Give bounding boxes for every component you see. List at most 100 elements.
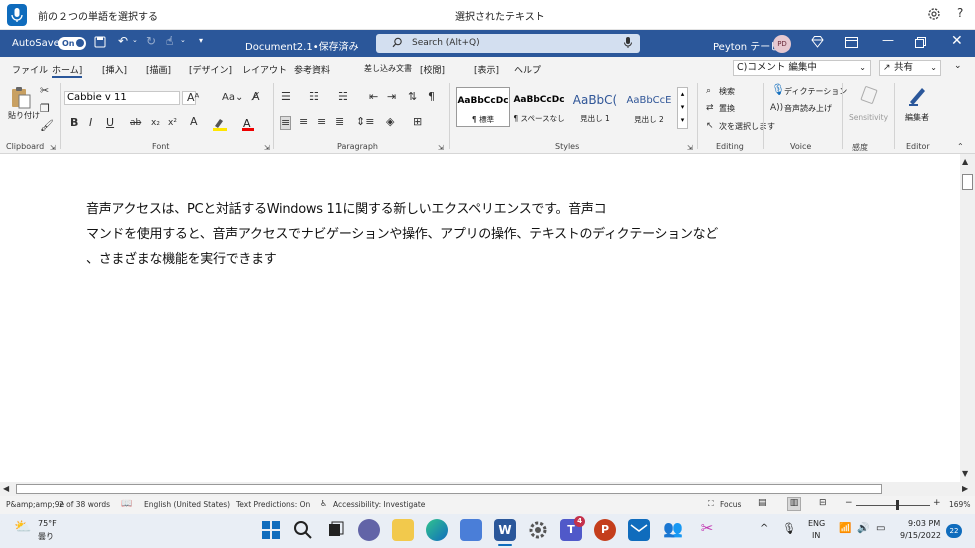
- select-icon[interactable]: ↖: [706, 120, 714, 132]
- paragraph-line[interactable]: 、さまざまな機能を実行できます: [86, 247, 756, 272]
- increase-indent-icon[interactable]: ⇥: [387, 91, 396, 103]
- wifi-icon[interactable]: 📶: [839, 523, 851, 534]
- superscript-icon[interactable]: x²: [168, 117, 177, 129]
- editor-label[interactable]: 編集者: [905, 112, 929, 123]
- teams-icon[interactable]: T4: [560, 516, 585, 541]
- scroll-left-icon[interactable]: ◀: [3, 484, 9, 493]
- copy-icon[interactable]: ❐: [40, 103, 50, 115]
- mail-icon[interactable]: [628, 519, 650, 541]
- find-label[interactable]: 検索: [719, 86, 735, 97]
- people-icon[interactable]: 👥: [662, 519, 684, 541]
- search-box[interactable]: Search (Alt+Q): [376, 34, 640, 53]
- search-mic-icon[interactable]: [623, 36, 633, 52]
- ribbon-display-icon[interactable]: [845, 37, 858, 51]
- chat-icon[interactable]: [358, 519, 380, 541]
- clear-formatting-icon[interactable]: A̸: [252, 91, 260, 103]
- dialog-launcher-icon[interactable]: ⇲: [264, 142, 270, 154]
- bullets-icon[interactable]: ☰: [281, 91, 291, 103]
- text-predictions[interactable]: Text Predictions: On: [236, 500, 310, 509]
- paragraph-line[interactable]: マンドを使用すると、音声アクセスでナビゲーションや操作、アプリの操作、テキストの…: [86, 222, 756, 247]
- paste-icon[interactable]: [10, 85, 32, 113]
- zoom-out-icon[interactable]: −: [845, 498, 853, 508]
- italic-icon[interactable]: I: [89, 117, 92, 129]
- find-icon[interactable]: ⌕: [706, 85, 711, 97]
- tab-view[interactable]: [表示]: [474, 63, 499, 76]
- zoom-slider-thumb[interactable]: [896, 500, 899, 510]
- focus-icon[interactable]: ⛶: [708, 499, 714, 509]
- microphone-icon[interactable]: 🎙: [782, 522, 796, 535]
- sensitivity-icon[interactable]: [860, 85, 880, 111]
- scrollbar-thumb[interactable]: [962, 174, 973, 190]
- styles-scroll[interactable]: ▴ ▾ ▾: [677, 87, 688, 129]
- tab-layout[interactable]: レイアウト: [242, 63, 287, 76]
- powerpoint-icon[interactable]: P: [594, 519, 616, 541]
- read-aloud-icon[interactable]: A)): [770, 102, 783, 114]
- weather-temp[interactable]: 75°F: [38, 519, 57, 528]
- language[interactable]: English (United States): [144, 500, 230, 509]
- settings-gear-icon[interactable]: [527, 519, 549, 541]
- editor-icon[interactable]: [906, 84, 930, 112]
- edge-icon[interactable]: [426, 519, 448, 541]
- dictate-label[interactable]: ディクテーション: [784, 86, 847, 97]
- avatar[interactable]: PD: [773, 35, 791, 53]
- tab-insert[interactable]: [挿入]: [102, 63, 127, 76]
- save-icon[interactable]: [94, 36, 106, 51]
- font-color-icon[interactable]: A: [241, 116, 255, 131]
- format-painter-icon[interactable]: 🖌: [40, 120, 54, 132]
- bold-icon[interactable]: B: [70, 117, 78, 129]
- search-icon[interactable]: [292, 519, 314, 541]
- word-app-icon[interactable]: W: [494, 519, 516, 541]
- tab-file[interactable]: ファイル: [12, 63, 48, 76]
- zoom-in-icon[interactable]: +: [933, 498, 941, 508]
- scrollbar-thumb[interactable]: [16, 484, 882, 494]
- style-heading1[interactable]: AaBbC( 見出し 1: [568, 87, 622, 127]
- print-layout-icon[interactable]: ▥: [787, 497, 801, 511]
- dictate-icon[interactable]: 🎙: [771, 84, 785, 96]
- line-spacing-icon[interactable]: ⇕≡: [356, 116, 374, 128]
- weather-desc[interactable]: 曇り: [38, 531, 54, 542]
- cut-icon[interactable]: ✂: [40, 85, 49, 97]
- language-indicator[interactable]: ENG: [808, 519, 825, 528]
- web-layout-icon[interactable]: ⊟: [819, 498, 827, 508]
- zoom-slider[interactable]: [856, 505, 930, 506]
- autosave-toggle[interactable]: On: [58, 37, 86, 50]
- touch-mode-icon[interactable]: ☝: [166, 34, 173, 48]
- vertical-scrollbar[interactable]: ▲ ▼: [960, 154, 975, 482]
- numbering-icon[interactable]: ☷: [309, 91, 319, 103]
- tab-home[interactable]: ホーム]: [52, 63, 83, 78]
- shading-icon[interactable]: ◈: [386, 116, 394, 128]
- horizontal-scrollbar[interactable]: ◀ ▶: [0, 482, 975, 496]
- start-button[interactable]: [260, 519, 282, 541]
- snipping-tool-icon[interactable]: ✂: [696, 519, 718, 541]
- dialog-launcher-icon[interactable]: ⇲: [50, 142, 56, 154]
- microphone-button[interactable]: [7, 4, 27, 26]
- tab-review[interactable]: [校閲]: [420, 63, 445, 76]
- align-left-icon[interactable]: ≡: [280, 116, 292, 130]
- underline-icon[interactable]: U: [106, 117, 114, 129]
- scroll-down-icon[interactable]: ▼: [962, 469, 968, 478]
- document-canvas[interactable]: 音声アクセスは、PCと対話するWindows 11に関する新しいエクスペリエンス…: [0, 154, 960, 482]
- read-aloud-label[interactable]: 音声読み上げ: [784, 103, 832, 114]
- restore-icon[interactable]: [915, 37, 926, 51]
- font-name-box[interactable]: Cabbie v 11: [64, 91, 180, 105]
- multilevel-list-icon[interactable]: ☵: [338, 91, 348, 103]
- accessibility-icon[interactable]: ♿: [320, 499, 327, 508]
- replace-icon[interactable]: ⇄: [706, 102, 714, 114]
- select-label[interactable]: 次を選択します: [719, 121, 775, 132]
- undo-icon[interactable]: ↶: [118, 34, 128, 48]
- scroll-right-icon[interactable]: ▶: [962, 484, 968, 493]
- tab-design[interactable]: [デザイン]: [189, 63, 232, 76]
- word-count[interactable]: 2 of 38 words: [59, 500, 110, 509]
- chevron-up-icon[interactable]: ^: [760, 523, 768, 534]
- paste-label[interactable]: 貼り付け: [8, 110, 40, 121]
- highlight-icon[interactable]: [212, 116, 228, 131]
- tab-references[interactable]: 参考資料: [294, 63, 330, 76]
- scroll-up-icon[interactable]: ▲: [962, 157, 968, 166]
- strikethrough-icon[interactable]: ab: [130, 117, 141, 129]
- sort-icon[interactable]: ⇅: [408, 91, 417, 103]
- page-indicator[interactable]: P&amp;amp;9e: [6, 500, 64, 509]
- focus-label[interactable]: Focus: [720, 500, 741, 509]
- help-icon[interactable]: ?: [957, 6, 963, 20]
- subscript-icon[interactable]: x₂: [151, 117, 160, 129]
- proofing-icon[interactable]: 📖: [121, 499, 132, 509]
